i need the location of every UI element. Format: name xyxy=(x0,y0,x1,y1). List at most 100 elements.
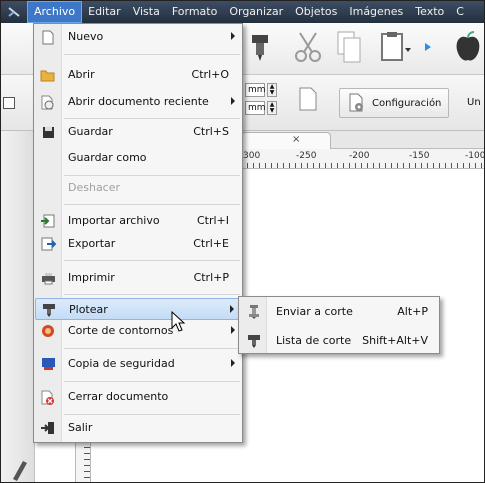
menu-item-label: Copia de seguridad xyxy=(68,357,175,370)
submenu-item-label: Lista de corte xyxy=(276,334,352,347)
menu-separator xyxy=(64,260,240,261)
unit-field-top[interactable]: mm xyxy=(245,83,266,97)
menu-item-guardar[interactable]: Guardar Ctrl+S xyxy=(35,121,241,143)
plotear-submenu: Enviar a corte Alt+P Lista de corte Shif… xyxy=(238,296,440,354)
menu-separator xyxy=(64,348,240,349)
menu-separator xyxy=(64,381,240,382)
menu-item-exportar[interactable]: Exportar Ctrl+E xyxy=(35,233,241,255)
printer-icon xyxy=(37,269,59,287)
menu-item-salir[interactable]: Salir xyxy=(35,417,241,439)
backup-icon xyxy=(37,355,59,373)
chevron-right-icon[interactable] xyxy=(423,41,433,53)
menu-separator xyxy=(64,175,240,176)
menu-item-abrir-reciente[interactable]: Abrir documento reciente xyxy=(35,91,241,113)
page-icon[interactable] xyxy=(297,85,319,113)
menu-separator xyxy=(64,54,240,55)
submenu-item-shortcut: Shift+Alt+V xyxy=(362,334,428,347)
unit-field-bottom[interactable]: mm xyxy=(245,101,266,115)
settings-document-icon xyxy=(349,93,363,112)
menu-vista[interactable]: Vista xyxy=(127,1,166,23)
app-logo-icon xyxy=(1,1,27,23)
close-document-icon xyxy=(37,388,59,406)
submenu-item-enviar-a-corte[interactable]: Enviar a corte Alt+P xyxy=(240,301,438,323)
submenu-item-shortcut: Alt+P xyxy=(397,305,428,318)
document-tab[interactable]: × xyxy=(241,132,331,149)
menu-item-label: Cerrar documento xyxy=(68,390,169,403)
menu-item-plotear[interactable]: Plotear xyxy=(35,298,241,320)
menu-separator xyxy=(64,118,240,119)
ruler-label: -250 xyxy=(296,151,317,161)
plotter-icon xyxy=(38,301,60,319)
menu-item-label: Corte de contornos xyxy=(68,324,174,337)
menu-item-label: Nuevo xyxy=(68,30,104,43)
menu-item-label: Imprimir xyxy=(68,271,115,284)
menu-item-shortcut: Ctrl+P xyxy=(193,271,229,284)
ruler-label: 300 xyxy=(243,151,261,161)
truncated-button-label[interactable]: Un xyxy=(467,97,481,108)
menu-item-corte-contornos[interactable]: Corte de contornos xyxy=(35,320,241,342)
menu-bar: Archivo Editar Vista Formato Organizar O… xyxy=(1,1,484,23)
paste-icon[interactable] xyxy=(377,29,413,65)
menu-item-nuevo[interactable]: Nuevo xyxy=(35,26,241,48)
cut-icon[interactable] xyxy=(291,29,325,65)
menu-item-label: Abrir documento reciente xyxy=(68,95,209,108)
new-document-icon xyxy=(37,28,59,46)
import-icon xyxy=(37,212,59,230)
send-to-cutter-icon xyxy=(243,303,265,321)
ruler-label: -100 xyxy=(465,151,485,161)
close-tab-icon[interactable]: × xyxy=(292,134,300,145)
configuration-button[interactable]: Configuración xyxy=(339,88,449,118)
menu-imagenes[interactable]: Imágenes xyxy=(343,1,409,23)
menu-archivo[interactable]: Archivo xyxy=(27,1,83,23)
menu-item-label: Deshacer xyxy=(68,181,121,194)
menu-item-shortcut: Ctrl+I xyxy=(196,214,229,227)
spinner-bottom[interactable]: ▲ ▼ xyxy=(267,101,277,115)
submenu-arrow-icon xyxy=(231,326,235,334)
submenu-item-lista-de-corte[interactable]: Lista de corte Shift+Alt+V xyxy=(240,330,438,352)
floppy-disk-icon xyxy=(37,123,59,141)
pen-tool-icon[interactable] xyxy=(9,459,29,482)
ruler-label: -200 xyxy=(349,151,370,161)
menu-item-label: Guardar xyxy=(68,125,113,138)
menu-texto[interactable]: Texto xyxy=(409,1,450,23)
ruler-label: -150 xyxy=(409,151,430,161)
submenu-arrow-icon xyxy=(231,359,235,367)
menu-item-shortcut: Ctrl+E xyxy=(193,237,229,250)
app-window: Archivo Editar Vista Formato Organizar O… xyxy=(0,0,485,483)
menu-separator xyxy=(64,294,240,295)
copy-icon[interactable] xyxy=(335,29,363,65)
mouse-pointer-icon xyxy=(171,310,187,333)
submenu-arrow-icon xyxy=(230,305,234,313)
menu-item-guardar-como[interactable]: Guardar como xyxy=(35,147,241,169)
menu-item-importar[interactable]: Importar archivo Ctrl+I xyxy=(35,210,241,232)
plotter-toolbar-icon[interactable] xyxy=(247,31,273,65)
menu-item-deshacer: Deshacer xyxy=(35,177,241,199)
menu-truncated[interactable]: C xyxy=(450,1,470,23)
contour-cut-icon xyxy=(37,322,59,340)
menu-item-imprimir[interactable]: Imprimir Ctrl+P xyxy=(35,267,241,289)
menu-objetos[interactable]: Objetos xyxy=(289,1,343,23)
configuration-label: Configuración xyxy=(372,97,442,109)
menu-separator xyxy=(64,414,240,415)
menu-item-abrir[interactable]: Abrir Ctrl+O xyxy=(35,64,241,86)
menu-item-label: Guardar como xyxy=(68,151,147,164)
menu-editar[interactable]: Editar xyxy=(82,1,127,23)
menu-item-copia-seguridad[interactable]: Copia de seguridad xyxy=(35,353,241,375)
export-icon xyxy=(37,235,59,253)
menu-item-label: Exportar xyxy=(68,237,116,250)
exit-icon xyxy=(37,419,59,437)
menu-item-shortcut: Ctrl+O xyxy=(191,68,229,81)
menu-formato[interactable]: Formato xyxy=(166,1,224,23)
spinner-top[interactable]: ▲ ▼ xyxy=(267,83,277,97)
menu-item-label: Abrir xyxy=(68,68,95,81)
folder-open-icon xyxy=(37,66,59,84)
tools-sidebar xyxy=(1,131,35,482)
apple-icon[interactable] xyxy=(451,29,484,65)
checkbox[interactable] xyxy=(3,97,15,109)
menu-item-label: Salir xyxy=(68,421,93,434)
menu-organizar[interactable]: Organizar xyxy=(223,1,289,23)
recent-document-icon xyxy=(37,93,59,111)
menu-item-label: Plotear xyxy=(69,303,108,316)
menu-item-cerrar-documento[interactable]: Cerrar documento xyxy=(35,386,241,408)
archivo-menu: Nuevo Abrir Ctrl+O Abrir documento recie… xyxy=(33,23,243,443)
